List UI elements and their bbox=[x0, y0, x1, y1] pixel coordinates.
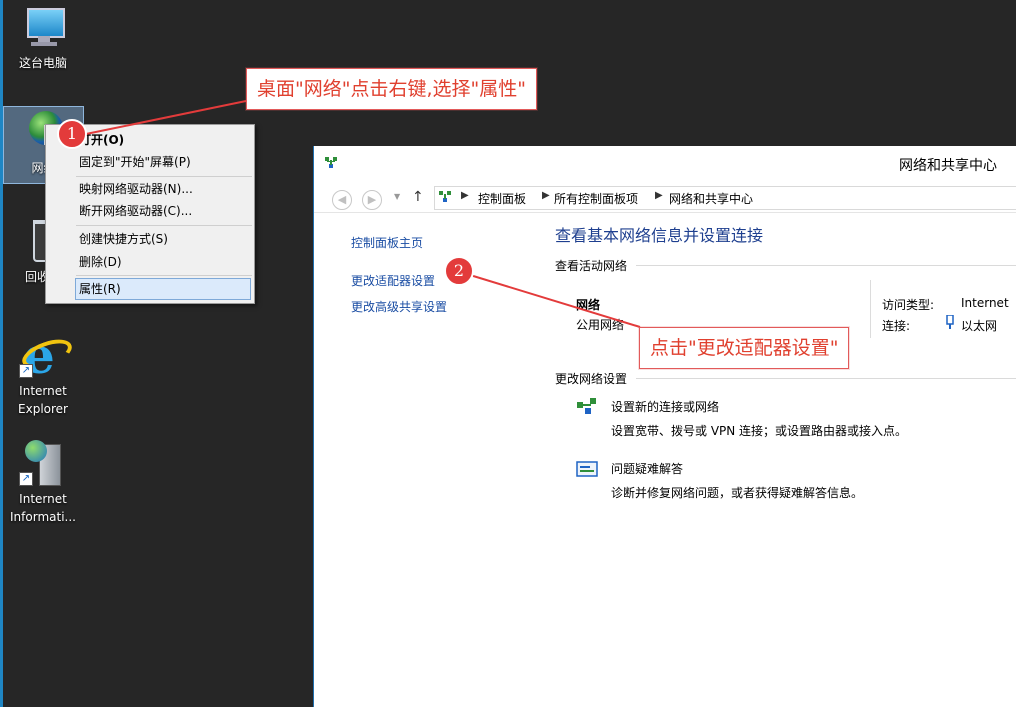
step-badge-2: 2 bbox=[444, 256, 474, 286]
callout2-leader bbox=[469, 274, 641, 328]
annotation-callout-step1: 桌面"网络"点击右键,选择"属性" bbox=[246, 68, 537, 110]
step-badge-1: 1 bbox=[57, 119, 87, 149]
annotation-callout-step2: 点击"更改适配器设置" bbox=[639, 327, 850, 369]
callout1-leader bbox=[85, 100, 247, 135]
